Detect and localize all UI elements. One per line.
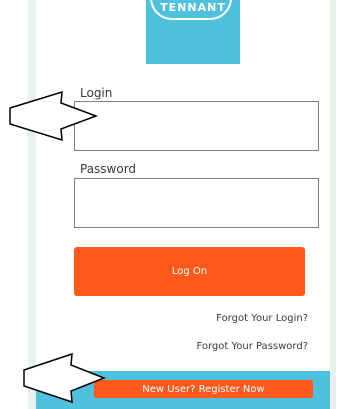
right-rail-stripe <box>330 0 336 409</box>
register-button[interactable]: New User? Register Now <box>94 380 313 398</box>
forgot-login-link[interactable]: Forgot Your Login? <box>216 313 308 324</box>
password-field[interactable] <box>74 178 319 228</box>
logo-text: TENNANT <box>160 1 226 14</box>
login-page: TENNANT Login Password Log On Forgot You… <box>0 0 342 409</box>
left-rail <box>0 0 36 409</box>
arrow-right-icon <box>9 90 99 142</box>
left-rail-stripe <box>28 0 36 409</box>
login-field[interactable] <box>74 101 319 151</box>
password-label: Password <box>80 162 137 176</box>
forgot-password-link[interactable]: Forgot Your Password? <box>196 341 308 352</box>
log-on-button[interactable]: Log On <box>74 247 305 296</box>
brand-logo: TENNANT <box>146 0 240 64</box>
right-rail <box>330 0 342 409</box>
arrow-right-icon-2 <box>23 352 107 404</box>
